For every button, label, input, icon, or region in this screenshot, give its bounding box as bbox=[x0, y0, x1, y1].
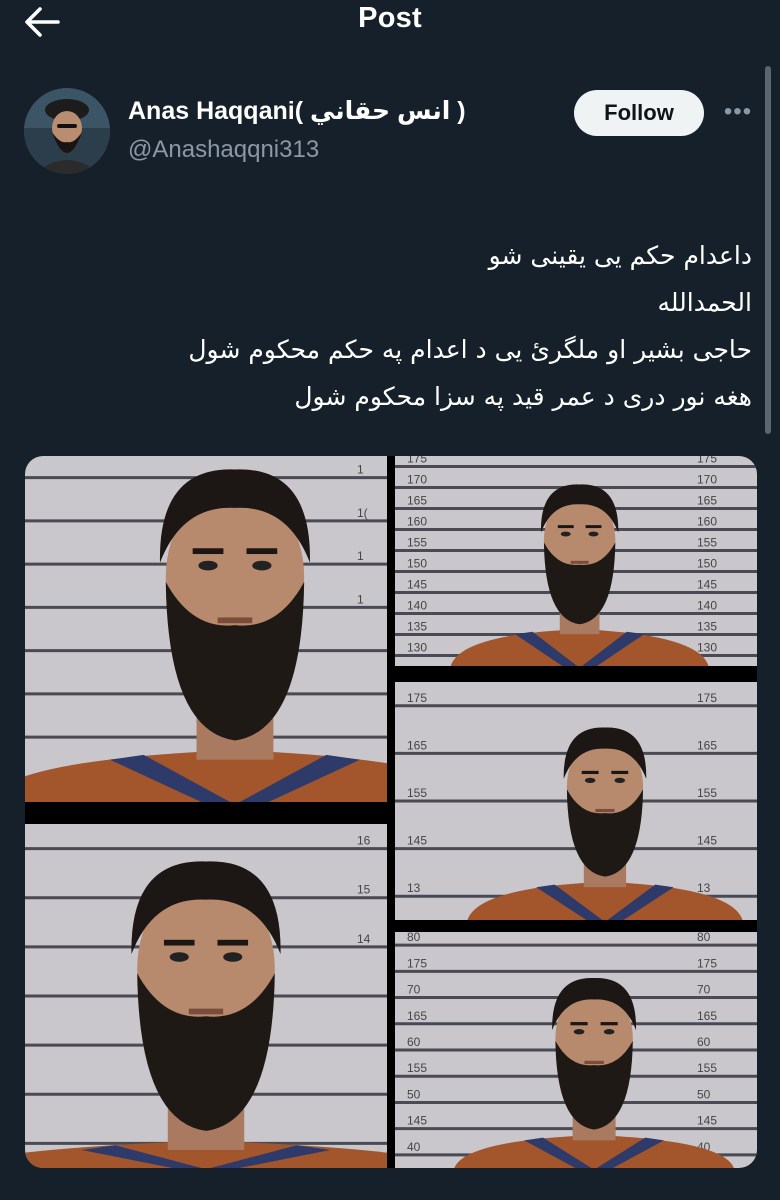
height-chart-label: 175 bbox=[697, 456, 717, 466]
height-chart-label: 70 bbox=[407, 983, 421, 997]
post-line: الحمدالله bbox=[657, 288, 752, 317]
height-chart-label: 145 bbox=[407, 1114, 427, 1128]
height-chart-label: 15 bbox=[357, 883, 371, 897]
height-chart-label: 175 bbox=[407, 956, 427, 970]
height-chart-label: 70 bbox=[697, 983, 711, 997]
mugshot-image: 16 15 14 bbox=[25, 824, 387, 1168]
height-chart-label: 175 bbox=[697, 956, 717, 970]
photo-2[interactable]: 175 175 170 170 165 165 160 160 155 155 150 150 145 1… bbox=[395, 456, 757, 666]
height-chart-label: 1 bbox=[357, 463, 364, 477]
height-chart-label: 1 bbox=[357, 592, 364, 606]
height-chart-label: 135 bbox=[697, 620, 717, 634]
more-options-icon[interactable]: ••• bbox=[718, 98, 758, 128]
height-chart-label: 160 bbox=[697, 515, 717, 529]
post-line: حاجی بشیر او ملگرئ یی د اعدام په حکم محک… bbox=[188, 335, 752, 364]
avatar[interactable] bbox=[24, 88, 110, 174]
photo-3[interactable]: 175 175 165 165 155 155 145 145 13 13 bbox=[395, 682, 757, 920]
height-chart-label: 1 bbox=[357, 549, 364, 563]
page-title: Post bbox=[358, 2, 422, 34]
scrollbar[interactable] bbox=[765, 66, 771, 434]
height-chart-label: 50 bbox=[697, 1087, 711, 1101]
height-chart-label: 80 bbox=[407, 932, 421, 944]
mugshot-image: 175 175 170 170 165 165 160 160 155 155 150 150 145 1… bbox=[395, 456, 757, 666]
height-chart-label: 150 bbox=[407, 557, 427, 571]
mugshot-image: 175 175165 165155 155145 14513 13 bbox=[395, 682, 757, 920]
height-chart-label: 145 bbox=[407, 578, 427, 592]
height-chart-label: 145 bbox=[697, 1114, 717, 1128]
avatar-image bbox=[24, 88, 110, 174]
height-chart-label: 170 bbox=[407, 473, 427, 487]
mugshot-image: 80 80 175 175 70 70 165 165 60 60 155 155 50 50 145 145… bbox=[395, 932, 757, 1168]
height-chart-label: 155 bbox=[697, 786, 717, 800]
height-chart-label: 170 bbox=[697, 473, 717, 487]
height-chart-label: 150 bbox=[697, 557, 717, 571]
height-chart-label: 165 bbox=[697, 1009, 717, 1023]
height-chart-label: 145 bbox=[697, 834, 717, 848]
height-chart-label: 165 bbox=[407, 1009, 427, 1023]
author-name[interactable]: Anas Haqqani( انس حقاني ) bbox=[128, 96, 466, 126]
height-chart-label: 40 bbox=[407, 1140, 421, 1154]
height-chart-label: 1( bbox=[357, 506, 368, 520]
height-chart-label: 165 bbox=[697, 738, 717, 752]
height-chart-label: 135 bbox=[407, 620, 427, 634]
height-chart-label: 130 bbox=[697, 641, 717, 655]
height-chart-label: 155 bbox=[697, 536, 717, 550]
height-chart-label: 140 bbox=[697, 599, 717, 613]
height-chart-label: 175 bbox=[697, 691, 717, 705]
height-chart-label: 14 bbox=[357, 932, 371, 946]
height-chart-label: 165 bbox=[697, 494, 717, 508]
height-chart-label: 155 bbox=[697, 1061, 717, 1075]
author-handle[interactable]: @Anashaqqni313 bbox=[128, 136, 319, 164]
height-chart-label: 165 bbox=[407, 494, 427, 508]
post-line: هغه نور دری د عمر قید په سزا محکوم شول bbox=[294, 382, 752, 411]
height-chart-label: 80 bbox=[697, 932, 711, 944]
photo-1[interactable]: 1 1( 1 1 bbox=[25, 456, 387, 802]
mugshot-image: 1 1( 1 1 bbox=[25, 456, 387, 802]
top-bar: Post bbox=[0, 0, 780, 44]
follow-button[interactable]: Follow bbox=[574, 90, 704, 136]
height-chart-label: 140 bbox=[407, 599, 427, 613]
height-chart-label: 160 bbox=[407, 515, 427, 529]
height-chart-label: 145 bbox=[407, 834, 427, 848]
post-line: داعدام حکم یی یقینی شو bbox=[488, 241, 752, 270]
height-chart-label: 155 bbox=[407, 536, 427, 550]
height-chart-label: 155 bbox=[407, 786, 427, 800]
photo-4[interactable]: 16 15 14 bbox=[25, 824, 387, 1168]
height-chart-label: 16 bbox=[357, 834, 371, 848]
height-chart-label: 175 bbox=[407, 691, 427, 705]
height-chart-label: 60 bbox=[407, 1035, 421, 1049]
photo-5[interactable]: 80 80 175 175 70 70 165 165 60 60 155 155 50 50 145 145… bbox=[395, 932, 757, 1168]
media-grid: 1 1(1 1 175 175 170 170 165 165 160 160 155 155 150 1… bbox=[25, 456, 757, 1168]
height-chart-label: 145 bbox=[697, 578, 717, 592]
height-chart-label: 130 bbox=[407, 641, 427, 655]
height-chart-label: 155 bbox=[407, 1061, 427, 1075]
post-text: داعدام حکم یی یقینی شو الحمدالله حاجی بش… bbox=[32, 232, 752, 420]
height-chart-label: 50 bbox=[407, 1087, 421, 1101]
height-chart-label: 165 bbox=[407, 738, 427, 752]
height-chart-label: 60 bbox=[697, 1035, 711, 1049]
height-chart-label: 175 bbox=[407, 456, 427, 466]
height-chart-label: 13 bbox=[407, 881, 421, 895]
